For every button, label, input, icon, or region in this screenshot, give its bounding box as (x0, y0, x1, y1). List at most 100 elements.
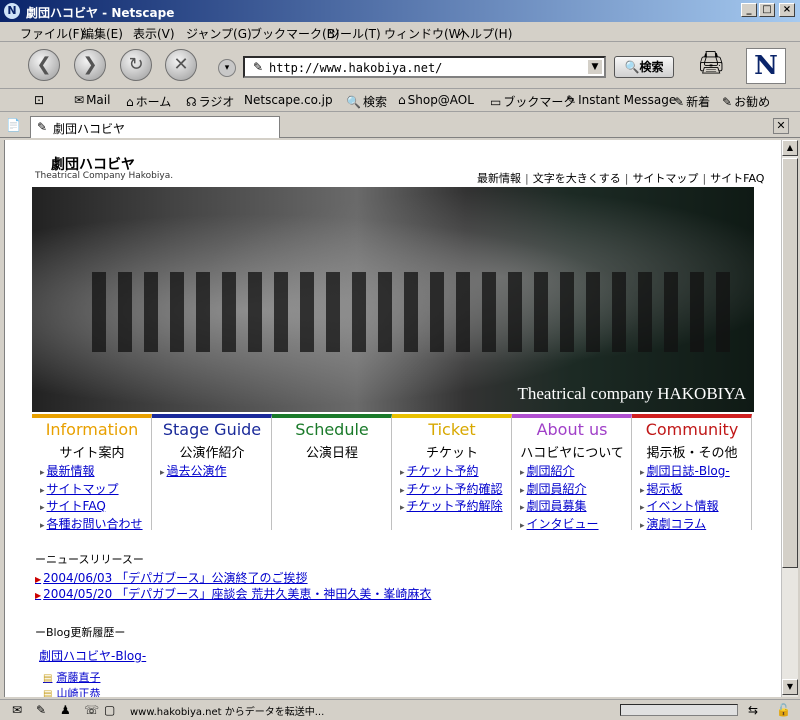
category-link-text[interactable]: サイトマップ (47, 482, 119, 496)
category-link[interactable]: 劇団日誌-Blog- (640, 464, 730, 482)
category-link[interactable]: 掲示板 (640, 482, 730, 500)
top-link[interactable]: サイトマップ (632, 172, 698, 185)
menu-item[interactable]: 編集(E) (82, 25, 123, 42)
scroll-thumb[interactable] (782, 158, 798, 568)
blog-link[interactable]: 劇団ハコビヤ-Blog- (39, 647, 146, 664)
bookmark-3[interactable]: Netscape.co.jp (244, 93, 333, 107)
url-dropdown-icon[interactable]: ▼ (588, 60, 602, 74)
top-link[interactable]: 最新情報 (477, 172, 521, 185)
maximize-button[interactable]: □ (759, 3, 775, 17)
blog-member-link[interactable]: 山崎正恭 (43, 685, 100, 697)
category-link-text[interactable]: 最新情報 (47, 464, 95, 478)
url-text[interactable]: http://www.hakobiya.net/ (269, 61, 442, 75)
bookmark-label: 検索 (362, 95, 387, 109)
category-link-text[interactable]: 劇団紹介 (527, 464, 575, 478)
category-link[interactable]: 劇団員募集 (520, 499, 599, 517)
category-link-text[interactable]: 掲示板 (647, 482, 683, 496)
category-title[interactable]: Stage Guide (152, 420, 272, 439)
close-window-button[interactable]: × (779, 3, 795, 17)
bookmark-label: ホーム (135, 95, 172, 109)
print-icon[interactable]: 🖨 (696, 48, 726, 80)
category-link-text[interactable]: チケット予約 (407, 464, 479, 478)
category-link[interactable]: チケット予約解除 (400, 499, 503, 517)
dropdown-history-button[interactable]: ▾ (218, 59, 236, 77)
news-item[interactable]: 2004/05/20 「デパガブース」座談会 荒井久美恵・神田久美・峯崎麻衣 (35, 585, 431, 602)
bookmark-2[interactable]: ☊ ラジオ (186, 93, 234, 110)
search-button[interactable]: 🔍検索 (614, 56, 674, 78)
category-link[interactable]: 過去公演作 (160, 464, 227, 482)
radio-icon: ☊ (186, 95, 197, 109)
sidebar-toggle-icon[interactable]: ⊡ (34, 93, 44, 107)
reload-button[interactable]: ↻ (120, 49, 152, 81)
address-book-icon[interactable]: ☏ (84, 703, 99, 717)
category-link-text[interactable]: 劇団日誌-Blog- (647, 464, 730, 478)
category-title[interactable]: Community (632, 420, 752, 439)
category-schedule: Schedule 公演日程 (272, 414, 392, 530)
netscape-app-icon: N (4, 3, 20, 19)
category-link-text[interactable]: 劇団員募集 (527, 499, 587, 513)
category-link-text[interactable]: 過去公演作 (167, 464, 227, 478)
netscape-logo[interactable]: N (746, 48, 786, 84)
category-link[interactable]: チケット予約 (400, 464, 503, 482)
composer-icon[interactable]: ✎ (36, 703, 46, 717)
bookmark-0[interactable]: ✉ Mail (74, 93, 110, 107)
category-link[interactable]: サイトFAQ (40, 499, 143, 517)
category-link[interactable]: 最新情報 (40, 464, 143, 482)
category-link-text[interactable]: 各種お問い合わせ (47, 517, 143, 531)
category-link[interactable]: 演劇コラム (640, 517, 730, 535)
category-link[interactable]: インタビュー (520, 517, 599, 535)
bookmark-5[interactable]: ⌂ Shop@AOL (398, 93, 474, 107)
category-link[interactable]: 劇団員紹介 (520, 482, 599, 500)
menu-item[interactable]: ツール(T) (328, 25, 381, 42)
category-title[interactable]: About us (512, 420, 632, 439)
category-link-text[interactable]: インタビュー (527, 517, 599, 531)
category-links: チケット予約チケット予約確認チケット予約解除 (400, 464, 503, 517)
close-tab-button[interactable]: ✕ (773, 118, 789, 134)
forward-button[interactable]: ❯ (74, 49, 106, 81)
new-tab-icon[interactable]: 📄 (6, 118, 24, 134)
category-link-text[interactable]: 劇団員紹介 (527, 482, 587, 496)
category-link[interactable]: 劇団紹介 (520, 464, 599, 482)
vertical-scrollbar[interactable]: ▲ ▼ (781, 140, 798, 697)
category-title[interactable]: Information (32, 420, 152, 439)
aim-icon[interactable]: ♟ (60, 703, 71, 717)
back-button[interactable]: ❮ (28, 49, 60, 81)
menu-item[interactable]: ヘルプ(H) (458, 25, 512, 42)
url-bar[interactable]: ✎ http://www.hakobiya.net/ ▼ (243, 56, 606, 78)
separator: | (624, 172, 629, 185)
mail-icon: ✉ (74, 93, 85, 107)
stop-button[interactable]: ✕ (165, 49, 197, 81)
minimize-button[interactable]: _ (741, 3, 757, 17)
scroll-down-button[interactable]: ▼ (782, 679, 798, 695)
category-link-text[interactable]: サイトFAQ (47, 499, 106, 513)
mail-icon[interactable]: ✉ (12, 703, 22, 717)
news-item[interactable]: 2004/06/03 「デパガブース」公演終了のご挨拶 (35, 569, 307, 586)
bookmark-4[interactable]: 🔍 検索 (346, 93, 387, 110)
menu-item[interactable]: ウィンドウ(W) (384, 25, 465, 42)
category-link-text[interactable]: チケット予約解除 (407, 499, 503, 513)
category-title[interactable]: Schedule (272, 420, 392, 439)
page-content: 劇団ハコビヤ Theatrical Company Hakobiya. 最新情報… (4, 140, 781, 697)
menu-item[interactable]: 表示(V) (133, 25, 175, 42)
bookmark-1[interactable]: ⌂ ホーム (126, 93, 171, 110)
bookmark-9[interactable]: ✎ お勧め (722, 93, 770, 110)
scroll-up-button[interactable]: ▲ (782, 140, 798, 156)
top-link[interactable]: 文字を大きくする (533, 172, 621, 185)
category-link[interactable]: サイトマップ (40, 482, 143, 500)
blog-member-link[interactable]: 斎藤直子 (43, 669, 100, 685)
bookmark-8[interactable]: ✎ 新着 (674, 93, 710, 110)
bookmark-7[interactable]: ✎ Instant Message (566, 93, 676, 107)
category-link[interactable]: 各種お問い合わせ (40, 517, 143, 535)
top-link[interactable]: サイトFAQ (710, 172, 764, 185)
bookmark-6[interactable]: ▭ ブックマーク (490, 93, 575, 110)
tab-hakobiya[interactable]: ✎ 劇団ハコビヤ (30, 116, 280, 138)
category-link[interactable]: イベント情報 (640, 499, 730, 517)
menu-item[interactable]: ファイル(F) (20, 25, 84, 42)
menu-item[interactable]: ジャンプ(G) (186, 25, 252, 42)
category-link[interactable]: チケット予約確認 (400, 482, 503, 500)
category-link-text[interactable]: チケット予約確認 (407, 482, 503, 496)
category-link-text[interactable]: イベント情報 (647, 499, 719, 513)
menu-item[interactable]: ブックマーク(B) (250, 25, 340, 42)
category-title[interactable]: Ticket (392, 420, 512, 439)
category-link-text[interactable]: 演劇コラム (647, 517, 707, 531)
